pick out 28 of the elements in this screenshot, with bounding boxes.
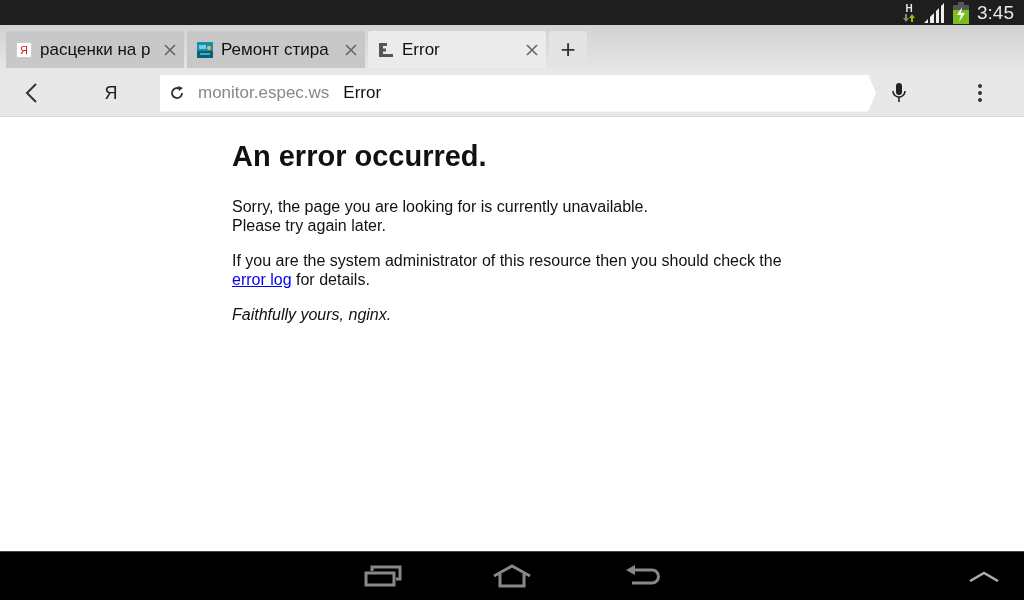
- browser-tab[interactable]: Error: [368, 31, 546, 68]
- admin-note: If you are the system administrator of this resource then you should check the error log for details.: [232, 251, 783, 289]
- network-type: H: [905, 3, 913, 14]
- browser-tab[interactable]: Ремонт стира: [187, 31, 365, 68]
- microphone-icon[interactable]: [892, 83, 906, 103]
- search-engine-button[interactable]: Я: [104, 82, 118, 104]
- menu-icon[interactable]: [978, 84, 982, 102]
- error-message: Sorry, the page you are looking for is currently unavailable. Please try again later.: [232, 197, 649, 235]
- back-icon[interactable]: [25, 83, 37, 103]
- browser-tab[interactable]: Я расценки на р: [6, 31, 184, 68]
- close-icon[interactable]: [164, 43, 176, 56]
- signature: Faithfully yours, nginx.: [232, 305, 393, 324]
- favicon: Я: [16, 41, 32, 58]
- chevron-up-icon[interactable]: [968, 570, 1000, 582]
- home-icon[interactable]: [492, 564, 532, 588]
- address-bar[interactable]: monitor.espec.ws Error: [160, 74, 876, 112]
- battery-icon: [953, 1, 969, 24]
- error-log-link[interactable]: error log: [232, 271, 292, 288]
- recent-apps-icon[interactable]: [364, 565, 402, 587]
- close-icon[interactable]: [345, 43, 357, 56]
- reload-icon[interactable]: [170, 86, 184, 100]
- page-heading: An error occurred.: [232, 139, 488, 173]
- signal-icon: [923, 2, 945, 23]
- close-icon[interactable]: [526, 43, 538, 56]
- data-arrows-icon: [903, 13, 915, 22]
- clock: 3:45: [977, 1, 1014, 24]
- e-logo-icon: [378, 41, 394, 58]
- back-icon[interactable]: [626, 565, 660, 587]
